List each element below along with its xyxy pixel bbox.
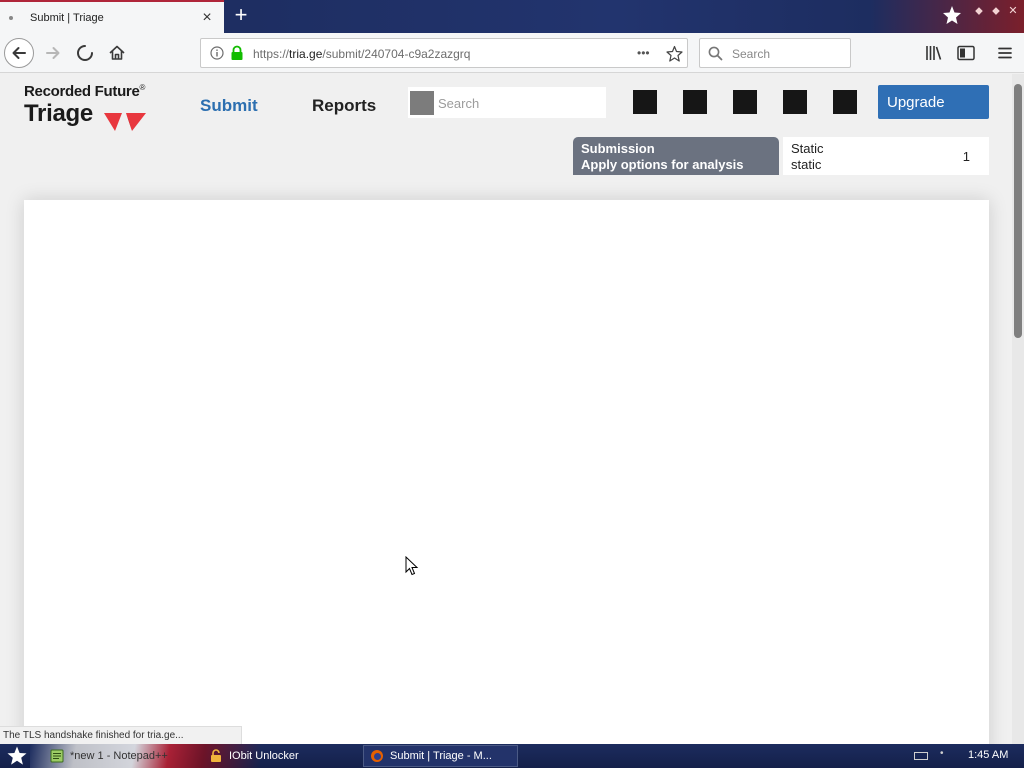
loading-spinner-icon xyxy=(77,45,93,61)
browser-search-bar[interactable]: Search xyxy=(699,38,851,68)
header-action-icon-3[interactable] xyxy=(733,90,757,114)
logo-red-chevrons-icon xyxy=(104,113,146,131)
iobit-unlocker-icon xyxy=(211,749,221,762)
sidebar-toggle-icon[interactable] xyxy=(957,45,975,61)
nav-submit-link[interactable]: Submit xyxy=(200,96,258,116)
submission-step[interactable]: Submission Apply options for analysis xyxy=(573,137,779,175)
header-action-icon-5[interactable] xyxy=(833,90,857,114)
screen: Submit | Triage × + ⬥ ⬥ ✕ https://tria.g… xyxy=(0,0,1024,768)
maximize-window-icon[interactable]: ⬥ xyxy=(989,4,1003,18)
url-bar[interactable]: https://tria.ge/submit/240704-c9a2zazgrq… xyxy=(200,38,688,68)
tab-submit-triage[interactable]: Submit | Triage × xyxy=(0,0,224,33)
taskbar-item-notepad[interactable]: *new 1 - Notepad++ xyxy=(44,745,194,767)
url-host: tria.ge xyxy=(289,47,323,61)
header-action-icon-4[interactable] xyxy=(783,90,807,114)
triage-search-placeholder: Search xyxy=(438,96,480,111)
static-step-count: 1 xyxy=(962,149,970,164)
submission-step-title: Submission xyxy=(581,141,655,156)
keyboard-tray-icon[interactable] xyxy=(914,752,928,760)
mouse-cursor-icon xyxy=(405,556,419,576)
url-path: /submit/240704-c9a2zazgrq xyxy=(322,47,471,61)
page-scrollbar[interactable] xyxy=(1012,74,1024,744)
logo-top-text: Recorded Future® xyxy=(24,83,145,100)
triage-search-input[interactable]: Search xyxy=(408,87,606,118)
browser-search-placeholder: Search xyxy=(732,47,771,61)
new-tab-button[interactable]: + xyxy=(229,3,253,29)
scrollbar-thumb[interactable] xyxy=(1014,84,1022,338)
url-scheme: https:// xyxy=(253,47,290,61)
recorded-future-triage-logo[interactable]: Recorded Future® Triage xyxy=(24,83,174,131)
home-button[interactable] xyxy=(102,38,132,68)
forward-arrow-icon xyxy=(46,47,60,59)
page-actions-more-icon[interactable]: ••• xyxy=(637,46,650,60)
firefox-window-icon xyxy=(371,750,383,762)
bookmark-star-icon[interactable] xyxy=(666,45,683,62)
header-action-icon-1[interactable] xyxy=(633,90,657,114)
logo-registered-mark: ® xyxy=(139,83,146,92)
static-step-subtitle: static xyxy=(791,157,822,172)
submission-step-subtitle: Apply options for analysis xyxy=(581,157,744,172)
url-text: https://tria.ge/submit/240704-c9a2zazgrq xyxy=(253,47,470,61)
site-info-icon[interactable] xyxy=(210,46,224,60)
library-icon[interactable] xyxy=(925,45,943,61)
tab-loading-indicator-icon xyxy=(9,15,13,20)
tray-network-icon[interactable]: • xyxy=(940,748,944,759)
hamburger-menu-icon[interactable] xyxy=(997,45,1013,61)
minimize-window-icon[interactable]: ⬥ xyxy=(972,4,986,18)
start-button-star-icon[interactable] xyxy=(6,746,28,766)
logo-top-label: Recorded Future xyxy=(24,83,140,100)
upgrade-button[interactable]: Upgrade xyxy=(878,85,989,119)
taskbar-item-iobit-unlocker[interactable]: IObit Unlocker xyxy=(203,745,353,767)
page-content: Recorded Future® Triage Submit Reports S… xyxy=(0,74,1012,744)
taskbar-clock[interactable]: 1:45 AM xyxy=(968,749,1008,761)
header-action-icon-2[interactable] xyxy=(683,90,707,114)
taskbar-item-iobit-label: IObit Unlocker xyxy=(229,750,299,762)
home-icon xyxy=(109,45,125,60)
search-placeholder-icon xyxy=(410,91,434,115)
logo-bottom-text: Triage xyxy=(24,100,93,127)
close-window-icon[interactable]: ✕ xyxy=(1006,4,1020,18)
browser-tab-strip: Submit | Triage × + ⬥ ⬥ ✕ xyxy=(0,0,1024,33)
search-icon xyxy=(708,46,723,61)
static-step-title: Static xyxy=(791,141,824,156)
notepad-plus-plus-icon xyxy=(50,749,64,763)
windows-taskbar: *new 1 - Notepad++ IObit Unlocker Submit… xyxy=(0,744,1024,768)
stop-loading-button[interactable] xyxy=(70,38,100,68)
taskbar-item-firefox-triage[interactable]: Submit | Triage - M... xyxy=(363,745,518,767)
window-star-icon xyxy=(943,6,961,24)
secure-lock-icon xyxy=(231,45,243,60)
submission-options-panel xyxy=(24,200,989,744)
taskbar-item-notepad-label: *new 1 - Notepad++ xyxy=(70,750,168,762)
taskbar-item-firefox-label: Submit | Triage - M... xyxy=(390,750,492,762)
back-button[interactable] xyxy=(4,38,34,68)
nav-reports-link[interactable]: Reports xyxy=(312,96,376,116)
back-arrow-icon xyxy=(12,47,26,59)
static-step[interactable]: Static static 1 xyxy=(783,137,989,175)
browser-navigation-bar: https://tria.ge/submit/240704-c9a2zazgrq… xyxy=(0,33,1024,73)
browser-status-message: The TLS handshake finished for tria.ge..… xyxy=(0,726,242,744)
forward-button[interactable] xyxy=(38,38,68,68)
tab-title: Submit | Triage xyxy=(30,11,104,24)
tab-close-icon[interactable]: × xyxy=(200,9,214,27)
